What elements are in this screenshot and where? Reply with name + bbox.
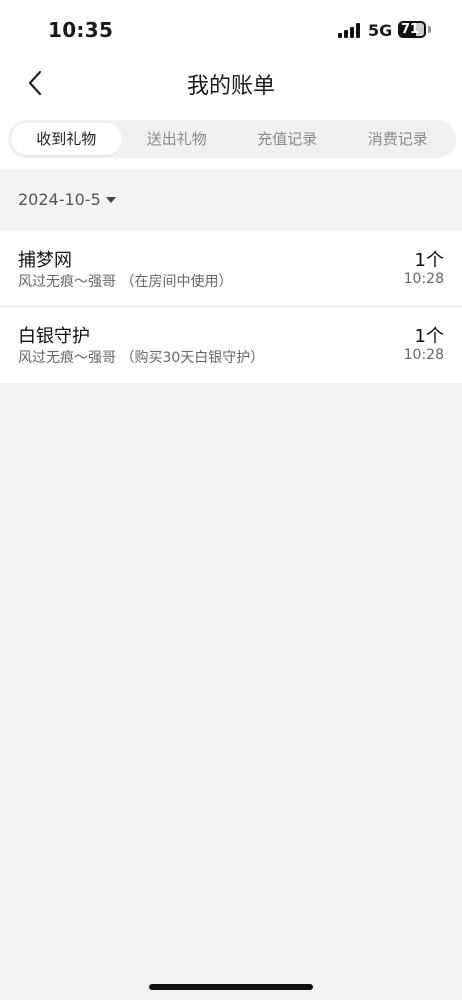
record-description: 风过无痕～强哥 （在房间中使用）	[18, 274, 233, 290]
record-description: 风过无痕～强哥 （购买30天白银守护）	[18, 350, 265, 366]
tabs-container: 收到礼物 送出礼物 充值记录 消费记录	[0, 108, 462, 170]
screen: 10:35 5G 71 我的账单 收到礼物 送出礼物 充值记录 消费记录 202…	[0, 0, 462, 1000]
tab-recharge-records[interactable]: 充值记录	[232, 123, 343, 155]
list-item[interactable]: 捕梦网 风过无痕～强哥 （在房间中使用） 1个 10:28	[0, 231, 462, 307]
home-indicator[interactable]	[149, 984, 313, 990]
record-count: 1个	[414, 326, 444, 347]
tab-consumption-records[interactable]: 消费记录	[343, 123, 454, 155]
date-bar: 2024-10-5	[0, 170, 462, 230]
date-filter-dropdown[interactable]: 2024-10-5	[18, 190, 116, 209]
status-time: 10:35	[48, 18, 114, 42]
record-title: 白银守护	[18, 326, 90, 347]
record-time: 10:28	[403, 271, 444, 287]
record-list: 捕梦网 风过无痕～强哥 （在房间中使用） 1个 10:28 白银守护 风过无痕～…	[0, 231, 462, 383]
nav-header: 我的账单	[0, 58, 462, 108]
battery-cap	[428, 26, 431, 33]
signal-icon	[338, 23, 362, 38]
date-filter-value: 2024-10-5	[18, 190, 101, 209]
record-time: 10:28	[403, 347, 444, 363]
page-title: 我的账单	[186, 74, 275, 99]
status-bar: 10:35 5G 71	[0, 0, 462, 58]
battery-icon: 71	[398, 21, 426, 38]
battery-level: 71	[401, 22, 420, 37]
record-count: 1个	[414, 250, 444, 271]
tab-received-gifts[interactable]: 收到礼物	[11, 123, 122, 155]
tab-sent-gifts[interactable]: 送出礼物	[122, 123, 233, 155]
tab-bar: 收到礼物 送出礼物 充值记录 消费记录	[8, 120, 456, 158]
network-type: 5G	[368, 21, 393, 40]
list-item[interactable]: 白银守护 风过无痕～强哥 （购买30天白银守护） 1个 10:28	[0, 307, 462, 383]
record-title: 捕梦网	[18, 250, 72, 271]
caret-down-icon	[105, 196, 116, 203]
